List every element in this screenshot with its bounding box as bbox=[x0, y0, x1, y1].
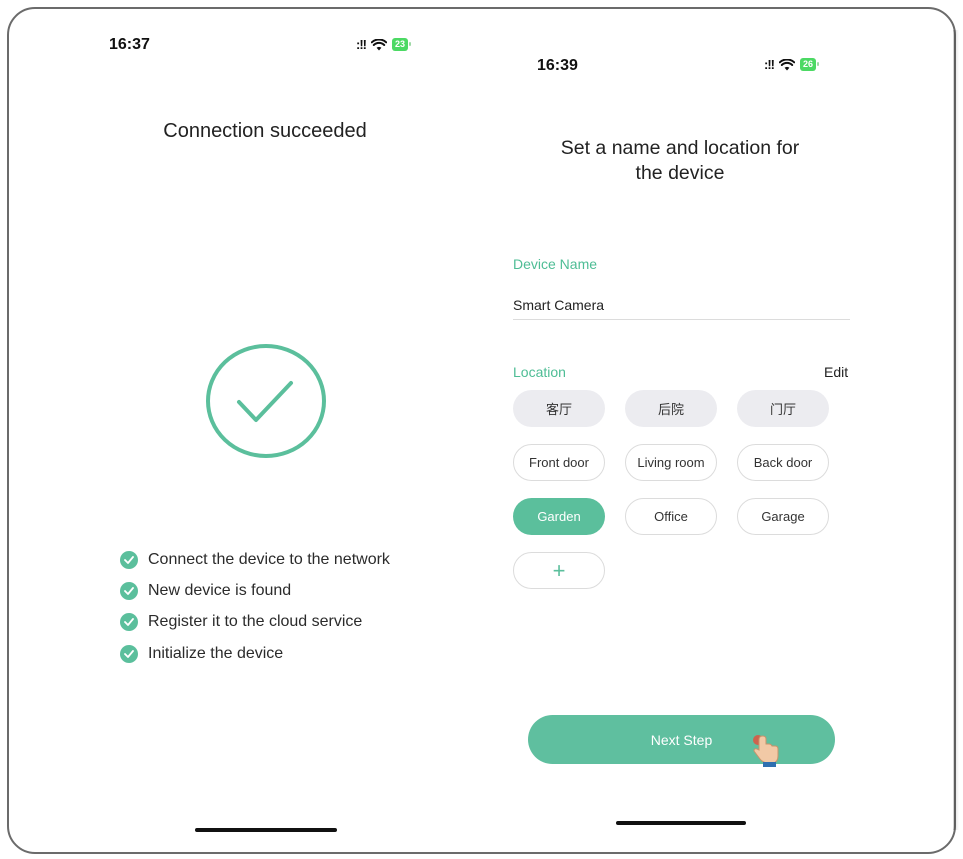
add-location-button[interactable]: + bbox=[513, 552, 605, 589]
page-title: Connection succeeded bbox=[163, 120, 367, 142]
check-icon bbox=[120, 644, 138, 663]
signal-icon: :!! bbox=[764, 57, 775, 72]
frame-shadow bbox=[953, 30, 959, 830]
input-underline bbox=[513, 319, 850, 320]
check-icon bbox=[120, 550, 138, 569]
location-chip[interactable]: Office bbox=[625, 498, 717, 535]
check-icon bbox=[120, 613, 138, 632]
wifi-icon bbox=[779, 58, 795, 70]
signal-icon: :!! bbox=[356, 37, 367, 52]
plus-icon: + bbox=[552, 557, 566, 583]
status-time: 16:39 bbox=[537, 57, 578, 74]
location-chip[interactable]: Living room bbox=[625, 444, 717, 481]
device-name-input[interactable]: Smart Camera bbox=[513, 297, 604, 313]
home-indicator[interactable] bbox=[616, 821, 746, 825]
status-icons: :!! 23 bbox=[356, 37, 412, 52]
status-time: 16:37 bbox=[109, 36, 150, 53]
step-item: Initialize the device bbox=[120, 638, 390, 669]
hand-pointer-icon bbox=[753, 735, 779, 767]
location-chip[interactable]: Back door bbox=[737, 444, 829, 481]
location-chip[interactable]: Front door bbox=[513, 444, 605, 481]
page-title-line2: the device bbox=[635, 162, 725, 184]
location-chip[interactable]: 门厅 bbox=[737, 390, 829, 427]
page-title-line1: Set a name and location for bbox=[560, 137, 800, 159]
step-label: Connect the device to the network bbox=[148, 550, 390, 568]
battery-icon: 26 bbox=[800, 58, 820, 71]
step-label: Initialize the device bbox=[148, 644, 284, 662]
location-chip-selected[interactable]: Garden bbox=[513, 498, 605, 535]
step-item: Register it to the cloud service bbox=[120, 607, 390, 638]
location-label: Location bbox=[513, 364, 566, 380]
step-label: Register it to the cloud service bbox=[148, 613, 363, 631]
location-chip[interactable]: Garage bbox=[737, 498, 829, 535]
location-chip[interactable]: 后院 bbox=[625, 390, 717, 427]
status-icons: :!! 26 bbox=[764, 57, 820, 72]
battery-icon: 23 bbox=[392, 38, 412, 51]
check-icon bbox=[120, 581, 138, 600]
next-step-label: Next Step bbox=[650, 731, 713, 748]
home-indicator[interactable] bbox=[195, 828, 337, 832]
step-label: New device is found bbox=[148, 581, 292, 599]
progress-steps: Connect the device to the network New de… bbox=[120, 544, 390, 669]
next-step-button[interactable]: Next Step bbox=[528, 715, 835, 764]
step-item: Connect the device to the network bbox=[120, 544, 390, 575]
location-chip[interactable]: 客厅 bbox=[513, 390, 605, 427]
page-title: Set a name and location for the device bbox=[520, 136, 840, 186]
wifi-icon bbox=[371, 38, 387, 50]
device-name-label: Device Name bbox=[513, 256, 598, 272]
step-item: New device is found bbox=[120, 575, 390, 606]
edit-location-button[interactable]: Edit bbox=[824, 364, 848, 380]
check-circle-icon bbox=[206, 344, 326, 458]
